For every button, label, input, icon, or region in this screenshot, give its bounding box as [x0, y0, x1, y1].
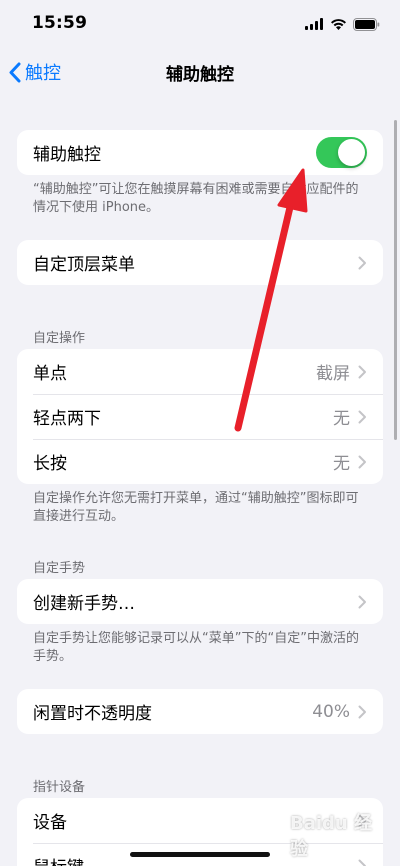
single-tap-value: 截屏 [316, 364, 350, 384]
double-tap-label: 轻点两下 [33, 409, 101, 429]
top-menu-card: 自定顶层菜单 [17, 240, 383, 285]
scroll-indicator[interactable] [394, 120, 397, 440]
custom-gestures-footnote: 自定手势让您能够记录可以从“菜单”下的“自定”中激活的手势。 [33, 631, 359, 664]
status-icons [305, 16, 380, 32]
chevron-right-icon [358, 365, 366, 378]
assistive-touch-card: 辅助触控 [17, 130, 383, 175]
long-press-label: 长按 [33, 454, 67, 474]
idle-opacity-card: 闲置时不透明度 40% [17, 689, 383, 734]
chevron-right-icon [358, 410, 366, 423]
assistive-touch-toggle[interactable] [316, 137, 367, 168]
chevron-right-icon [358, 256, 366, 269]
create-gesture-row[interactable]: 创建新手势… [17, 579, 383, 624]
double-tap-row[interactable]: 轻点两下 无 [17, 394, 383, 439]
battery-icon [353, 17, 380, 31]
toggle-knob [338, 139, 365, 166]
custom-actions-card: 单点 截屏 轻点两下 无 长按 无 [17, 349, 383, 484]
status-bar: 15:59 [0, 0, 400, 48]
idle-opacity-row[interactable]: 闲置时不透明度 40% [17, 689, 383, 734]
create-gesture-label: 创建新手势… [33, 594, 135, 614]
single-tap-row[interactable]: 单点 截屏 [17, 349, 383, 394]
long-press-row[interactable]: 长按 无 [17, 439, 383, 484]
chevron-right-icon [358, 595, 366, 608]
assistive-touch-row: 辅助触控 [17, 130, 383, 175]
baidu-watermark: Baidu 经验 [290, 813, 373, 860]
custom-actions-footnote: 自定操作允许您无需打开菜单，通过“辅助触控”图标即可直接进行互动。 [33, 491, 359, 524]
assistive-touch-label: 辅助触控 [33, 145, 101, 165]
idle-opacity-value: 40% [312, 701, 350, 722]
custom-gestures-header: 自定手势 [33, 561, 86, 576]
status-time: 15:59 [32, 13, 88, 33]
assistive-touch-footnote: “辅助触控”可让您在触摸屏幕有困难或需要自适应配件的情况下使用 iPhone。 [33, 182, 359, 215]
chevron-right-icon [358, 705, 366, 718]
wifi-icon [331, 19, 346, 30]
customize-top-menu-row[interactable]: 自定顶层菜单 [17, 240, 383, 285]
chevron-right-icon [358, 455, 366, 468]
single-tap-label: 单点 [33, 364, 67, 384]
pointer-devices-header: 指针设备 [33, 780, 86, 795]
custom-gestures-card: 创建新手势… [17, 579, 383, 624]
home-indicator[interactable] [130, 852, 270, 857]
page-title: 辅助触控 [166, 65, 234, 85]
long-press-value: 无 [333, 454, 350, 474]
cellular-signal-icon [305, 18, 323, 30]
customize-top-menu-label: 自定顶层菜单 [33, 255, 135, 275]
double-tap-value: 无 [333, 409, 350, 429]
custom-actions-header: 自定操作 [33, 331, 86, 346]
idle-opacity-label: 闲置时不透明度 [33, 704, 152, 724]
